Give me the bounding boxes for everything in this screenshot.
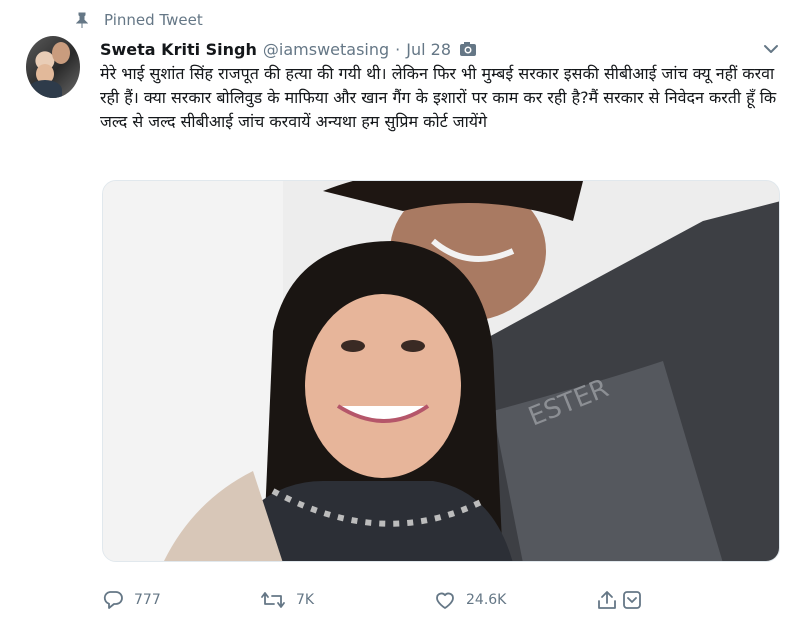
reply-button[interactable]: 777 (102, 588, 161, 612)
like-button[interactable]: 24.6K (434, 588, 506, 612)
share-icon (598, 591, 641, 609)
author-handle[interactable]: @iamswetasing (263, 40, 389, 59)
camera-icon (459, 41, 477, 57)
pinned-text: Pinned Tweet (104, 11, 203, 29)
pinned-tweet-label: Pinned Tweet (74, 10, 203, 30)
like-count: 24.6K (466, 592, 507, 608)
retweet-count: 7K (296, 592, 315, 608)
like-icon (436, 592, 454, 609)
tweet-date[interactable]: Jul 28 (406, 40, 451, 59)
retweet-button[interactable]: 7K (260, 588, 314, 612)
pin-icon (74, 12, 90, 28)
reply-count: 777 (134, 592, 161, 608)
author-name[interactable]: Sweta Kriti Singh (100, 40, 257, 59)
separator-dot: · (395, 39, 401, 59)
share-button[interactable] (596, 588, 654, 612)
tweet-photo[interactable]: ESTER (102, 180, 780, 562)
retweet-icon (261, 592, 285, 608)
tweet-header: Sweta Kriti Singh @iamswetasing · Jul 28 (100, 38, 477, 60)
avatar[interactable] (26, 36, 80, 98)
tweet-actions: 777 7K 24.6K (100, 588, 660, 612)
chevron-down-icon[interactable] (762, 40, 780, 58)
tweet-text: मेरे भाई सुशांत सिंह राजपूत की हत्या की … (100, 64, 777, 131)
reply-icon (103, 591, 123, 609)
